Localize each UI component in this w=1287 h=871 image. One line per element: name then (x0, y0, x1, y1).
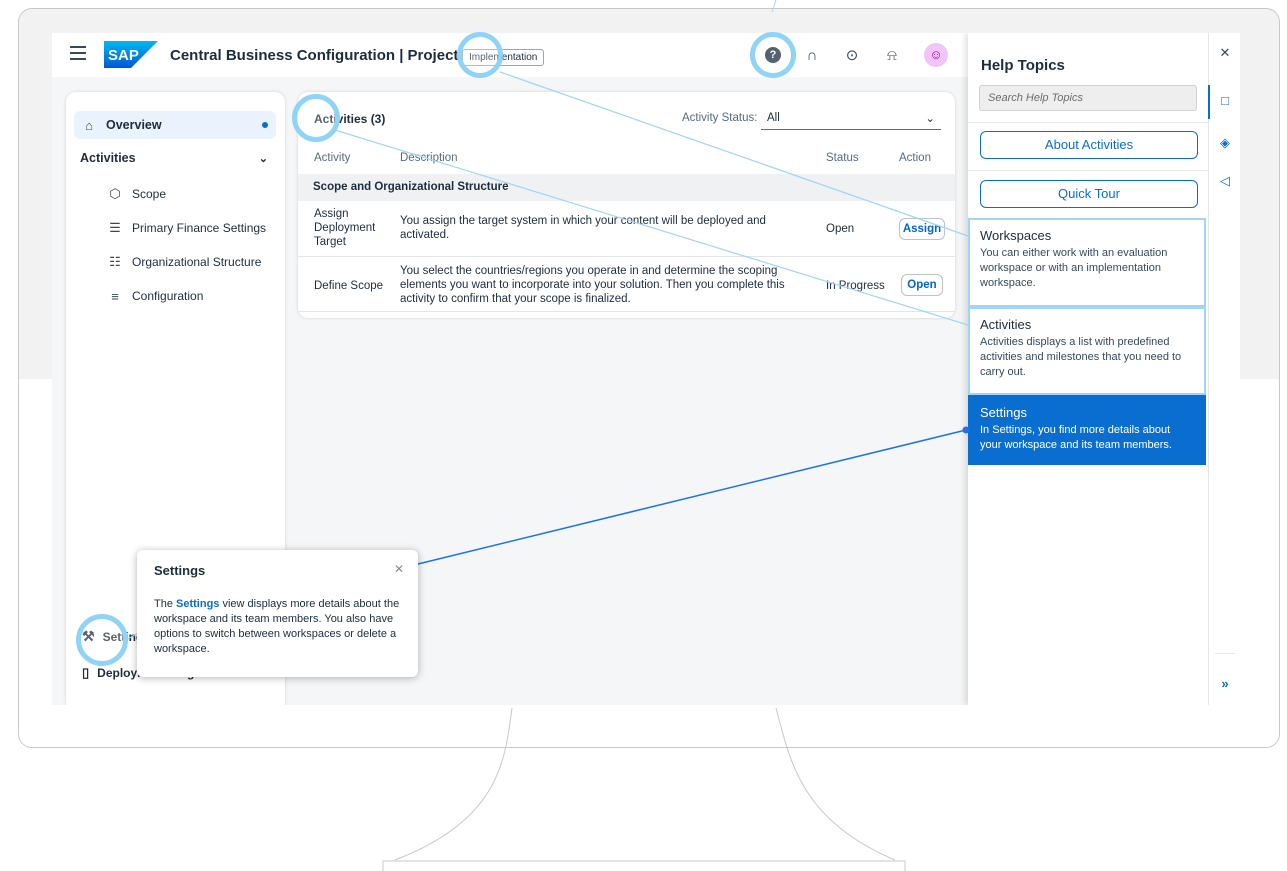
popover-text-pre: The (154, 598, 177, 610)
row-status-cell: Open (826, 223, 855, 235)
finance-settings-icon: ☰ (109, 220, 121, 235)
user-avatar-icon[interactable]: ☺ (924, 43, 948, 67)
column-header-activity[interactable]: Activity (314, 152, 350, 164)
nav-item-label: Organizational Structure (132, 255, 262, 269)
topic-description: You can either work with an evaluation w… (980, 247, 1168, 289)
popover-title: Settings (154, 563, 206, 578)
nav-item-organizational-structure[interactable]: ☷ Organizational Structure (106, 250, 261, 274)
expand-icon[interactable]: » (1209, 676, 1240, 691)
nav-item-label: Primary Finance Settings (132, 221, 267, 235)
divider (968, 122, 1208, 123)
headset-icon[interactable]: ∩ (802, 45, 822, 65)
bell-icon[interactable]: ⍾ (882, 45, 902, 65)
activity-status-select[interactable]: All ⌄ (761, 106, 941, 130)
nav-item-label: Configuration (132, 289, 204, 303)
nav-item-scope[interactable]: ⬡ Scope (106, 182, 166, 206)
topic-title: Settings (980, 405, 1027, 420)
org-structure-icon: ☷ (109, 254, 121, 269)
activities-card: Activities (3) Activity Status: All ⌄ Ac… (298, 92, 955, 318)
row-divider (298, 311, 955, 312)
topic-description: Activities displays a list with predefin… (980, 336, 1182, 378)
highlight-ring-activities (292, 94, 340, 142)
device-icon: ▯ (82, 665, 90, 680)
help-side-rail: ✕ □ ◈ ◁ » (1208, 33, 1240, 705)
highlight-ring-settings (76, 614, 128, 666)
help-panel-title: Help Topics (981, 57, 1065, 74)
row-status-cell: In Progress (826, 280, 885, 292)
column-header-action[interactable]: Action (899, 152, 931, 164)
highlight-ring-workspace-tag (457, 32, 503, 78)
nav-item-label: Scope (132, 187, 167, 201)
topic-settings[interactable]: Settings In Settings, you find more deta… (968, 395, 1206, 465)
shell-bar: SAP Central Business Configuration | Pro… (52, 33, 968, 77)
nav-activities[interactable]: Activities ⌄ (74, 144, 276, 172)
group-header-row: Scope and Organizational Structure (298, 174, 955, 201)
row-activity-cell: Assign Deployment Target (314, 208, 376, 248)
nav-activities-label: Activities (80, 151, 136, 165)
column-header-description[interactable]: Description (400, 152, 458, 164)
scope-icon: ⬡ (109, 186, 121, 201)
divider (968, 170, 1208, 171)
home-icon: ⌂ (85, 117, 93, 133)
nav-item-configuration[interactable]: ≡ Configuration (106, 284, 203, 308)
help-panel: Help Topics Search Help Topics About Act… (968, 33, 1208, 705)
topic-activities[interactable]: Activities Activities displays a list wi… (968, 307, 1206, 395)
sap-logo[interactable]: SAP (104, 41, 158, 68)
highlight-ring-help (750, 32, 796, 78)
app-title: Central Business Configuration | Project… (170, 47, 494, 64)
topic-title: Activities (980, 317, 1032, 332)
nav-item-primary-finance-settings[interactable]: ☰ Primary Finance Settings (106, 216, 266, 240)
close-icon[interactable]: ✕ (1209, 45, 1240, 61)
chevron-down-icon: ⌄ (925, 112, 935, 125)
row-description-cell: You assign the target system in which yo… (400, 215, 766, 241)
sap-logo-text: SAP (108, 47, 139, 64)
popover-text: The Settings view displays more details … (154, 597, 408, 657)
assign-button[interactable]: Assign (899, 218, 945, 240)
learning-icon[interactable]: ◈ (1209, 135, 1240, 151)
nav-overview[interactable]: ⌂ Overview (74, 111, 276, 139)
open-button[interactable]: Open (901, 274, 943, 296)
popover-settings-link[interactable]: Settings (176, 598, 219, 610)
column-header-status[interactable]: Status (826, 152, 859, 164)
row-divider (298, 256, 955, 257)
topic-workspaces[interactable]: Workspaces You can either work with an e… (968, 218, 1206, 307)
chat-icon[interactable]: □ (1209, 93, 1240, 108)
row-description-cell: You select the countries/regions you ope… (400, 265, 785, 305)
divider (1215, 653, 1235, 654)
activity-status-value: All (767, 111, 780, 124)
row-activity-cell: Define Scope (314, 280, 384, 292)
hamburger-menu-icon[interactable] (70, 46, 86, 60)
topic-title: Workspaces (980, 228, 1052, 243)
configuration-icon: ≡ (111, 288, 119, 304)
help-search-input[interactable]: Search Help Topics (979, 85, 1197, 111)
feedback-icon[interactable]: ⊙ (842, 45, 862, 65)
chevron-down-icon: ⌄ (258, 152, 268, 165)
close-icon[interactable]: ✕ (394, 562, 404, 576)
topic-description: In Settings, you find more details about… (980, 424, 1172, 451)
announcement-icon[interactable]: ◁ (1209, 173, 1240, 189)
about-activities-button[interactable]: About Activities (980, 131, 1198, 159)
activity-status-label: Activity Status: (682, 112, 758, 124)
selected-dot-icon (262, 122, 268, 128)
nav-overview-label: Overview (106, 118, 162, 132)
settings-popover: Settings ✕ The Settings view displays mo… (137, 550, 418, 677)
quick-tour-button[interactable]: Quick Tour (980, 180, 1198, 208)
